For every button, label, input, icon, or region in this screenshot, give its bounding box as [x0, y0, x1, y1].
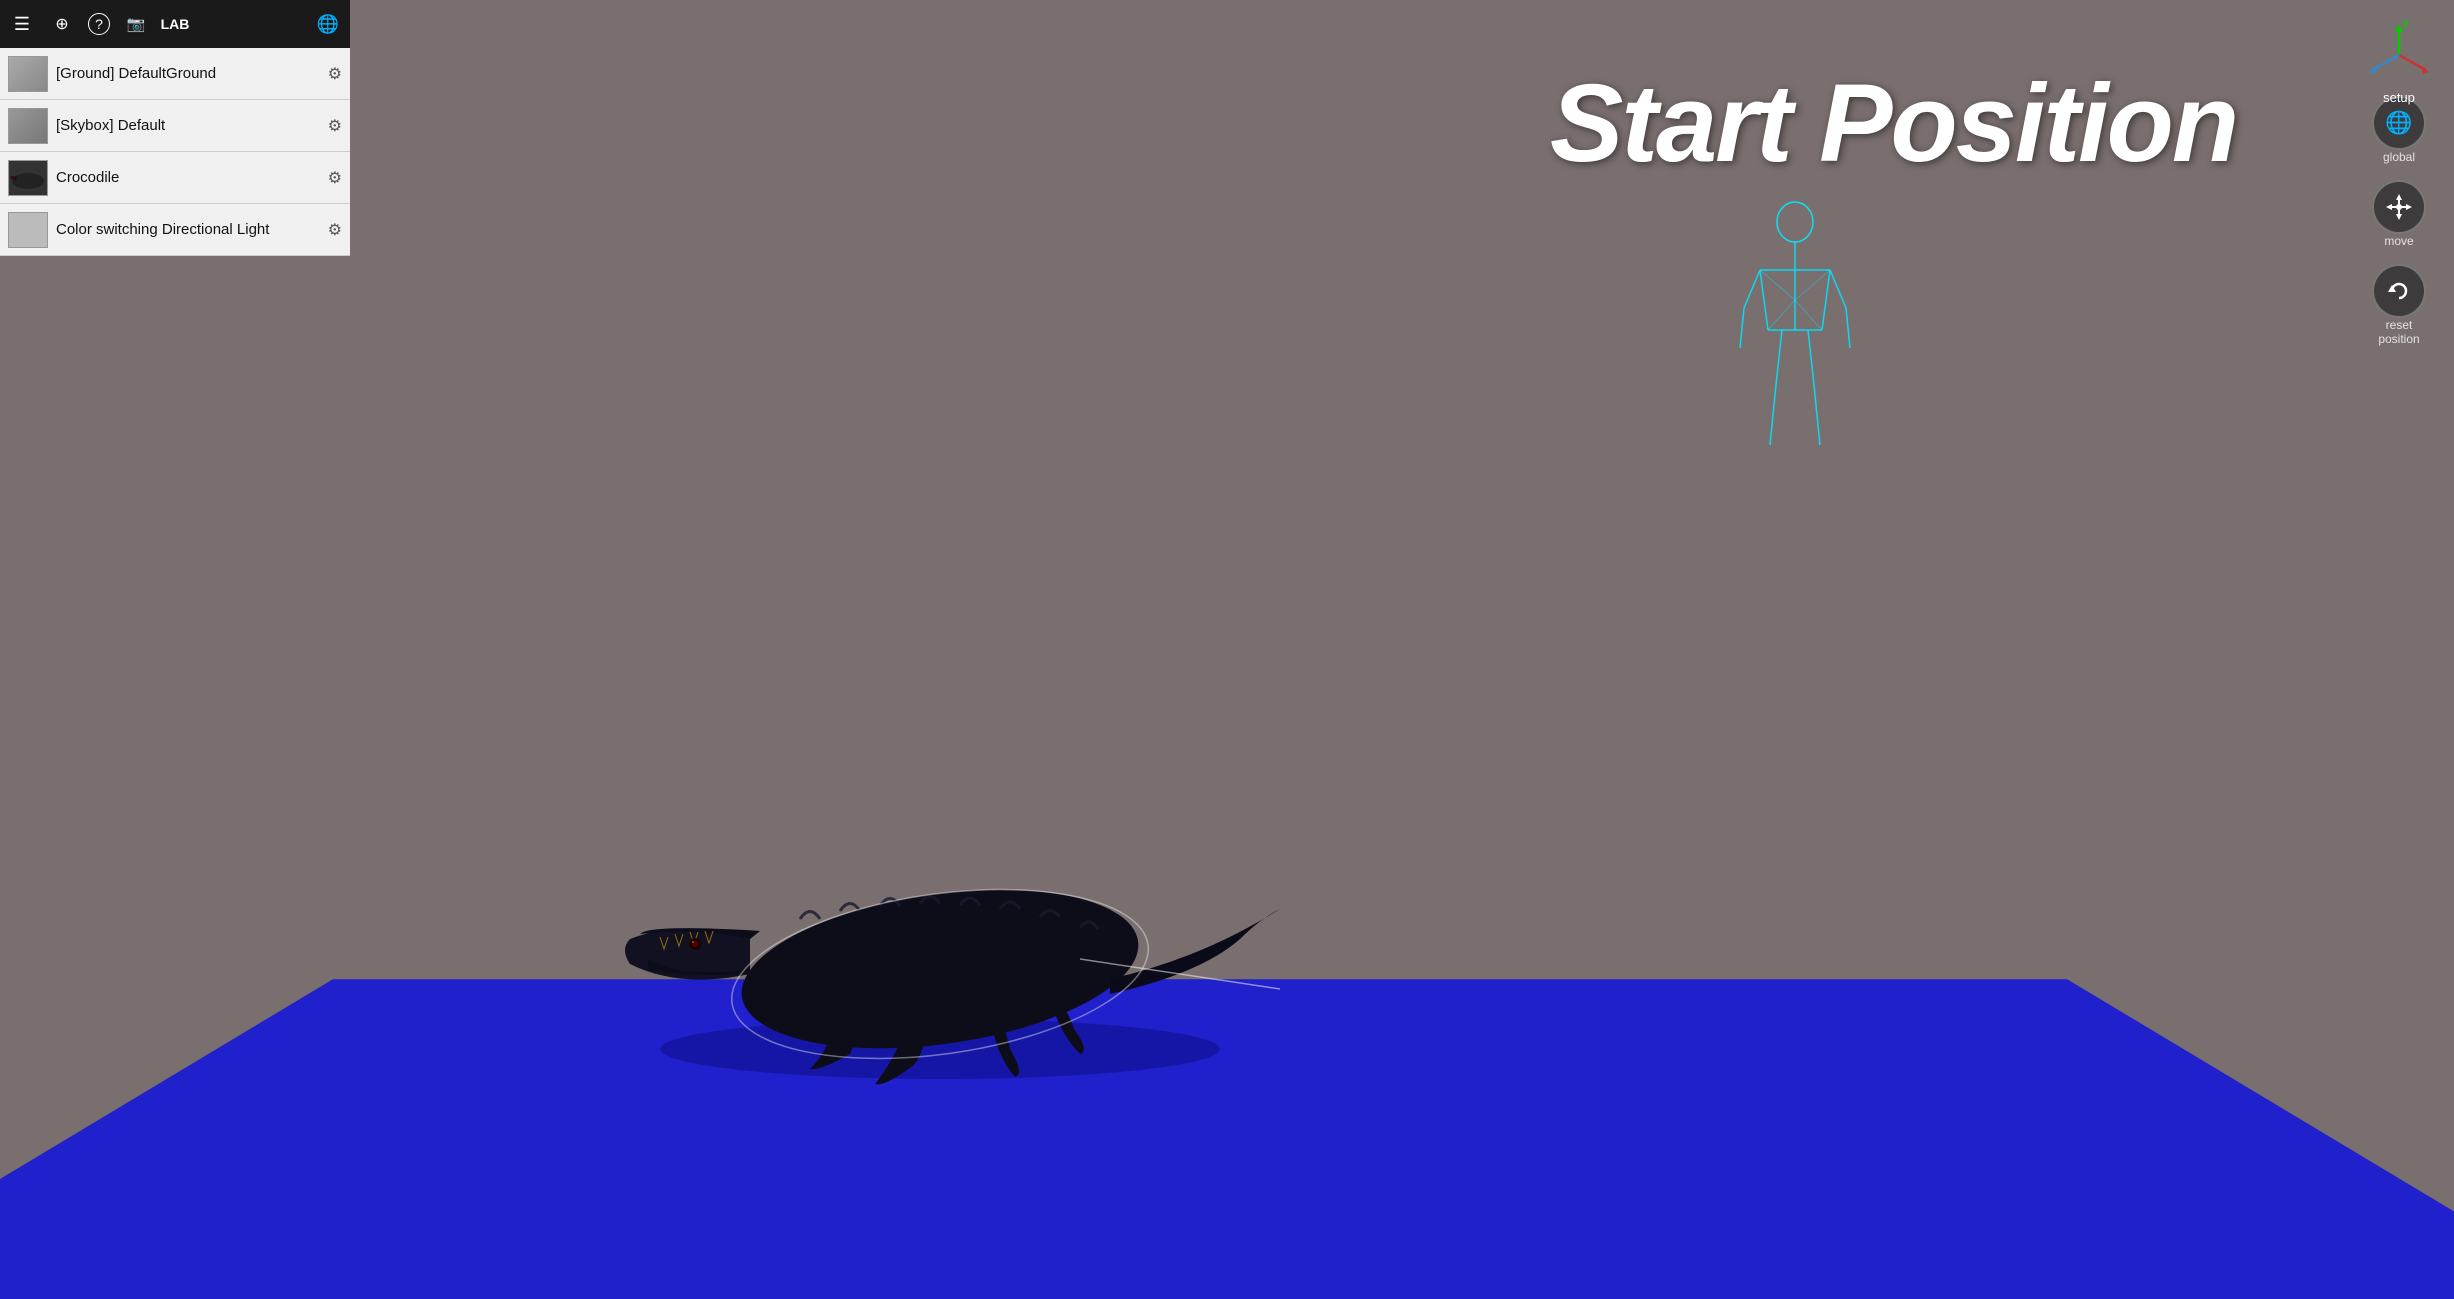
- viewport: Start Position: [0, 0, 2454, 1299]
- scene-item-settings-ground[interactable]: ⚙: [328, 64, 342, 84]
- scene-item-directional-light[interactable]: Color switching Directional Light ⚙: [0, 204, 350, 256]
- toolbar-title: LAB: [161, 0, 190, 48]
- scene-item-skybox[interactable]: [Skybox] Default ⚙: [0, 100, 350, 152]
- menu-icon[interactable]: ☰: [8, 10, 36, 38]
- human-figure: [1730, 200, 1860, 460]
- reset-icon: [2385, 277, 2413, 305]
- global-control: 🌐 global: [2372, 96, 2426, 164]
- scene-panel: [Ground] DefaultGround ⚙ [Skybox] Defaul…: [0, 48, 350, 256]
- help-icon[interactable]: ?: [88, 13, 110, 35]
- reset-position-button[interactable]: [2372, 264, 2426, 318]
- move-control: move: [2372, 180, 2426, 248]
- move-icon: [2385, 193, 2413, 221]
- global-label: global: [2383, 150, 2415, 164]
- scene-item-settings-light[interactable]: ⚙: [328, 220, 342, 240]
- reset-position-label: reset position: [2364, 318, 2434, 346]
- scene-item-label-ground: [Ground] DefaultGround: [56, 65, 320, 82]
- setup-label: setup: [2364, 90, 2434, 105]
- axis-indicator: Y setup: [2364, 20, 2434, 80]
- svg-text:Y: Y: [2402, 20, 2410, 31]
- scene-item-settings-croc[interactable]: ⚙: [328, 168, 342, 188]
- add-scene-icon[interactable]: ⊕: [48, 10, 76, 38]
- scene-item-ground[interactable]: [Ground] DefaultGround ⚙: [0, 48, 350, 100]
- global-icon: 🌐: [2385, 112, 2412, 134]
- right-controls: Y setup 🌐 global: [2364, 20, 2434, 346]
- globe-icon[interactable]: 🌐: [314, 10, 342, 38]
- reset-position-control: reset position: [2364, 264, 2434, 346]
- scene-item-settings-skybox[interactable]: ⚙: [328, 116, 342, 136]
- scene-item-thumb-light: [8, 212, 48, 248]
- move-label: move: [2384, 234, 2413, 248]
- move-button[interactable]: [2372, 180, 2426, 234]
- scene-item-thumb-croc: [8, 160, 48, 196]
- scene-item-thumb-skybox: [8, 108, 48, 144]
- scene-item-crocodile[interactable]: Crocodile ⚙: [0, 152, 350, 204]
- scene-item-label-directional-light: Color switching Directional Light: [56, 221, 320, 238]
- toolbar: LAB ☰ ⊕ ? 📷 🌐: [0, 0, 350, 48]
- scene-item-label-skybox: [Skybox] Default: [56, 117, 320, 134]
- scene-item-label-croc: Crocodile: [56, 169, 320, 186]
- camera-icon[interactable]: 📷: [122, 10, 150, 38]
- crocodile-area: [600, 699, 1300, 1099]
- start-position-text: Start Position: [1550, 60, 2237, 187]
- scene-item-thumb-ground: [8, 56, 48, 92]
